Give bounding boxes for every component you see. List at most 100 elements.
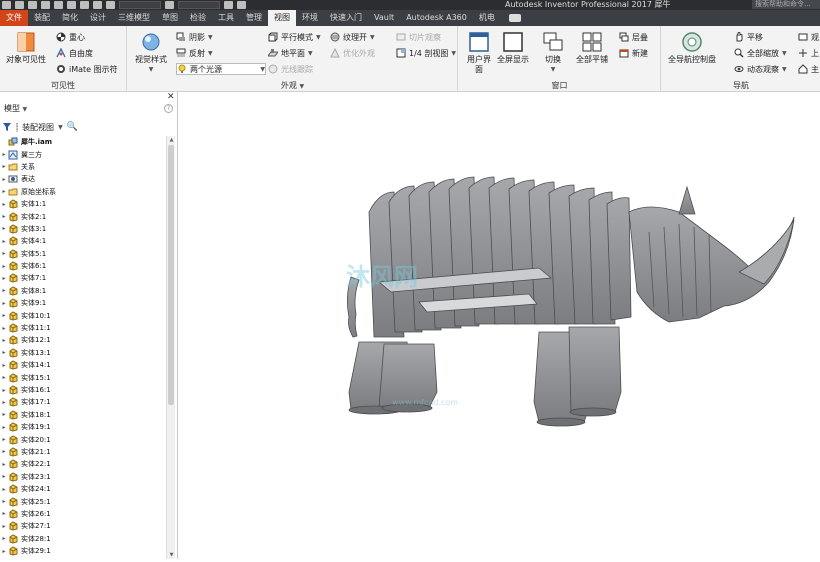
tab-sketch[interactable]: 草图 <box>156 10 184 26</box>
expand-icon[interactable]: ▸ <box>0 387 8 394</box>
user-interface-button[interactable]: 用户界面 <box>465 31 493 75</box>
print-icon[interactable] <box>80 1 89 9</box>
ground-plane-button[interactable]: 地平面 ▼ <box>268 47 313 59</box>
tree-item[interactable]: ▸ 实体11:1 <box>0 322 166 334</box>
expand-icon[interactable]: ▸ <box>0 411 8 418</box>
ray-tracing-button[interactable]: 光线跟踪 <box>268 63 313 75</box>
filter-icon[interactable] <box>2 122 12 132</box>
appearance-selector[interactable] <box>178 1 220 9</box>
expand-icon[interactable]: ▸ <box>0 448 8 455</box>
zoom-all-button[interactable]: 全部缩放 ▼ <box>734 47 787 59</box>
expand-icon[interactable]: ▸ <box>0 188 8 195</box>
redo-icon[interactable] <box>54 1 63 9</box>
lighting-style-select[interactable]: 两个光源 ▼ <box>176 63 266 75</box>
expand-icon[interactable]: ▸ <box>0 163 8 170</box>
material-icon[interactable] <box>106 1 115 9</box>
tab-tools[interactable]: 工具 <box>212 10 240 26</box>
help-icon[interactable]: ? <box>164 104 173 113</box>
expand-icon[interactable]: ▸ <box>0 238 8 245</box>
expand-icon[interactable]: ▸ <box>0 461 8 468</box>
look-at-button[interactable]: 观 <box>798 31 819 43</box>
open-icon[interactable] <box>15 1 24 9</box>
tab-vault[interactable]: Vault <box>368 10 400 26</box>
tab-manage[interactable]: 管理 <box>240 10 268 26</box>
expand-icon[interactable]: ▸ <box>0 201 8 208</box>
tree-item[interactable]: ▸ 实体9:1 <box>0 297 166 309</box>
plus-icon[interactable] <box>237 1 246 9</box>
expand-icon[interactable]: ▸ <box>0 362 8 369</box>
tree-item[interactable]: ▸ 关系 <box>0 161 166 173</box>
expand-icon[interactable]: ▸ <box>0 473 8 480</box>
tree-item[interactable]: ▸ 实体27:1 <box>0 520 166 532</box>
browser-title[interactable]: 模型 ▼ <box>4 103 27 114</box>
tree-item[interactable]: ▸ 实体12:1 <box>0 334 166 346</box>
scroll-thumb[interactable] <box>168 145 174 405</box>
ortho-button[interactable]: 平行模式 ▼ <box>268 31 321 43</box>
ribbon-toggle-icon[interactable] <box>508 14 521 22</box>
new-icon[interactable] <box>2 1 11 9</box>
expand-icon[interactable]: ▸ <box>0 486 8 493</box>
tab-3d-model[interactable]: 三维模型 <box>112 10 156 26</box>
formula-icon[interactable] <box>224 1 233 9</box>
tree-root[interactable]: 犀牛.iam <box>0 136 166 148</box>
expand-icon[interactable]: ▸ <box>0 374 8 381</box>
home-icon[interactable] <box>67 1 76 9</box>
up-view-button[interactable]: 上 <box>798 47 819 59</box>
switch-window-button[interactable]: 切换 ▼ <box>539 31 567 75</box>
shadows-button[interactable]: 阴影 ▼ <box>176 31 213 43</box>
orbit-button[interactable]: 动态观察 ▼ <box>734 63 787 75</box>
optimize-appearance-button[interactable]: 优化外观 <box>330 47 375 59</box>
expand-icon[interactable]: ▸ <box>0 510 8 517</box>
tree-item[interactable]: ▸ 实体5:1 <box>0 248 166 260</box>
browser-scrollbar[interactable]: ▲ ▼ <box>166 136 175 559</box>
tree-item[interactable]: ▸ 实体20:1 <box>0 433 166 445</box>
tree-item[interactable]: ▸ 实体23:1 <box>0 471 166 483</box>
scroll-down-icon[interactable]: ▼ <box>167 551 176 559</box>
reflections-button[interactable]: 反射 ▼ <box>176 47 213 59</box>
tree-item[interactable]: ▸ 实体15:1 <box>0 371 166 383</box>
tree-item[interactable]: ▸ 实体10:1 <box>0 309 166 321</box>
expand-icon[interactable]: ▸ <box>0 151 8 158</box>
expand-icon[interactable]: ▸ <box>0 535 8 542</box>
object-visibility-button[interactable]: 对象可见性 <box>2 31 50 65</box>
slice-graphics-button[interactable]: 切片观察 <box>396 31 441 43</box>
steering-wheels-button[interactable]: 全导航控制盘 <box>664 31 720 65</box>
material-selector[interactable] <box>119 1 161 9</box>
expand-icon[interactable]: ▸ <box>0 263 8 270</box>
tree-item[interactable]: ▸ 实体7:1 <box>0 272 166 284</box>
graphics-viewport[interactable]: 沐风网 www.mfcad.com <box>179 92 820 559</box>
pan-button[interactable]: 平移 <box>734 31 763 43</box>
undo-icon[interactable] <box>41 1 50 9</box>
expand-icon[interactable]: ▸ <box>0 176 8 183</box>
tab-a360[interactable]: Autodesk A360 <box>400 10 473 26</box>
tree-item[interactable]: ▸ 实体22:1 <box>0 458 166 470</box>
view-mode-label[interactable]: 装配视图 <box>22 122 54 133</box>
tree-item[interactable]: ▸ 原始坐标系 <box>0 186 166 198</box>
tree-item[interactable]: ▸ 实体24:1 <box>0 483 166 495</box>
new-window-button[interactable]: 新建 <box>619 47 648 59</box>
select-icon[interactable] <box>93 1 102 9</box>
save-icon[interactable] <box>28 1 37 9</box>
panel-appearance-expand-icon[interactable]: ▼ <box>299 83 304 90</box>
expand-icon[interactable]: ▸ <box>0 275 8 282</box>
expand-icon[interactable]: ▸ <box>0 399 8 406</box>
tree-item[interactable]: ▸ 实体19:1 <box>0 421 166 433</box>
expand-icon[interactable]: ▸ <box>0 213 8 220</box>
expand-icon[interactable]: ▸ <box>0 300 8 307</box>
expand-icon[interactable]: ▸ <box>0 287 8 294</box>
tree-item[interactable]: ▸ 翼三方 <box>0 148 166 160</box>
tab-file[interactable]: 文件 <box>0 10 28 26</box>
dof-button[interactable]: 自由度 <box>56 47 93 59</box>
home-view-button[interactable]: 主 <box>798 63 819 75</box>
tree-item[interactable]: ▸ 实体18:1 <box>0 409 166 421</box>
tree-item[interactable]: ▸ 实体13:1 <box>0 347 166 359</box>
tree-item[interactable]: ▸ 实体14:1 <box>0 359 166 371</box>
tab-assemble[interactable]: 装配 <box>28 10 56 26</box>
expand-icon[interactable]: ▸ <box>0 523 8 530</box>
view-mode-dropdown-icon[interactable]: ▼ <box>58 124 63 131</box>
visual-style-button[interactable]: 视觉样式 ▼ <box>130 31 172 75</box>
tab-view[interactable]: 视图 <box>268 10 296 26</box>
tab-design[interactable]: 设计 <box>84 10 112 26</box>
tree-item[interactable]: ▸ 实体6:1 <box>0 260 166 272</box>
imate-glyph-button[interactable]: iMate 图示符 <box>56 63 118 75</box>
